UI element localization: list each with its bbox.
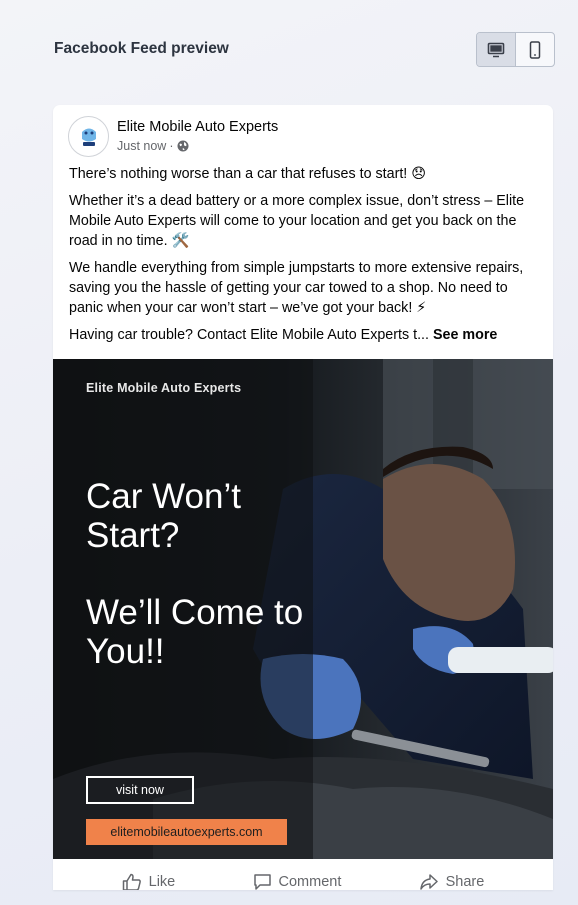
mobile-view-button[interactable] [516, 33, 555, 66]
ad-url-banner[interactable]: elitemobileautoexperts.com [86, 819, 287, 845]
post-timestamp[interactable]: Just now [117, 139, 166, 153]
ad-creative[interactable]: Elite Mobile Auto Experts Car Won’t Star… [53, 359, 553, 859]
post-paragraph: We handle everything from simple jumpsta… [69, 260, 524, 316]
visit-now-button[interactable]: visit now [86, 776, 194, 804]
like-button[interactable]: Like [122, 873, 176, 890]
mobile-icon [529, 40, 540, 59]
truncated-text: Having car trouble? Contact Elite Mobile… [69, 327, 429, 343]
brand-logo-icon [73, 121, 104, 152]
page-avatar[interactable] [68, 116, 109, 157]
post-body: There’s nothing worse than a car that re… [69, 164, 539, 352]
comment-icon [253, 874, 271, 890]
share-button[interactable]: Share [419, 873, 485, 890]
post-paragraph: There’s nothing worse than a car that re… [69, 166, 427, 182]
meta-separator: · [169, 139, 174, 153]
thumbs-up-icon [122, 873, 141, 890]
ad-brand-name: Elite Mobile Auto Experts [86, 381, 242, 395]
desktop-view-button[interactable] [477, 33, 516, 66]
post-card: Elite Mobile Auto Experts Just now · The… [53, 105, 553, 890]
desktop-icon [487, 42, 505, 57]
post-actions: Like Comment Share [53, 867, 553, 890]
post-paragraph-truncated: Having car trouble? Contact Elite Mobile… [69, 325, 539, 345]
post-paragraph: Whether it’s a dead battery or a more co… [69, 193, 525, 249]
ad-headline-1: Car Won’t Start? [86, 477, 241, 555]
view-toggle [476, 32, 555, 67]
globe-icon [177, 140, 189, 152]
page-name[interactable]: Elite Mobile Auto Experts [117, 119, 278, 135]
comment-label: Comment [278, 874, 342, 890]
share-icon [419, 874, 438, 890]
see-more-link[interactable]: See more [433, 327, 497, 343]
post-meta: Just now · [117, 139, 189, 153]
preview-title: Facebook Feed preview [54, 40, 229, 57]
like-label: Like [148, 874, 176, 890]
share-label: Share [445, 874, 485, 890]
comment-button[interactable]: Comment [253, 873, 342, 890]
ad-headline-2: We’ll Come to You!! [86, 593, 304, 671]
